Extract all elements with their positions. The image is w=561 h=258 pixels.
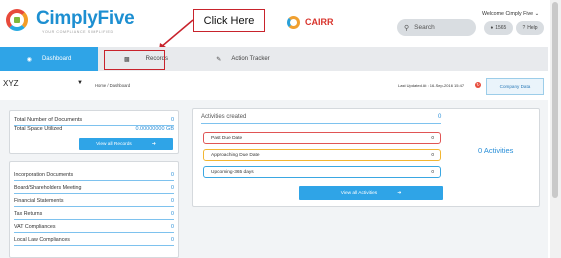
space-label: Total Space Utilized [14,126,63,132]
activity-value: 0 [431,152,434,158]
category-label: Local Law Compliances [14,236,70,243]
brand-name[interactable]: CimplyFive [36,8,135,30]
app-header: CimplyFive YOUR COMPLIANCE SIMPLIFIED Cl… [0,0,561,46]
question-icon: ? [522,25,526,31]
category-value: 0 [171,184,174,191]
search-icon: ⚲ [404,24,410,32]
category-label: Tax Returns [14,210,43,217]
help-label: Help [527,25,538,31]
notifications-button[interactable]: ♦ 1565 [484,21,513,35]
chevron-down-icon[interactable]: ▼ [77,80,83,86]
cairr-brand[interactable]: CAIRR [305,17,334,27]
notification-count: 1565 [495,25,507,31]
category-value: 0 [171,171,174,178]
category-label: Incorporation Documents [14,171,74,178]
arrow-right-icon: ➜ [397,190,402,196]
search-box[interactable]: ⚲ Search [397,19,476,36]
user-menu[interactable]: Welcome Cimply Five ⌄ [482,11,539,17]
search-placeholder: Search [414,24,435,31]
records-highlight-box [104,50,165,70]
main-tabbar: ◉ Dashboard ▩ Records ✎ Action Tracker [0,47,548,71]
category-value: 0 [171,197,174,204]
activities-panel: Activities created 0 Past Due Date 0 App… [192,108,540,207]
list-item[interactable]: Financial Statements 0 [14,195,174,207]
documents-label: Total Number of Documents [14,117,83,123]
view-activities-label: View all Activities [340,190,378,196]
category-label: VAT Compliances [14,223,56,230]
cairr-logo-icon [287,16,300,29]
totals-panel: Total Number of Documents 0 Total Space … [9,110,179,154]
activity-value: 0 [431,169,434,175]
space-value: 0.00000000 GB [135,126,174,132]
view-all-records-button[interactable]: View all Records ➜ [79,138,173,150]
divider [201,123,441,124]
tab-dashboard-label: Dashboard [41,56,72,62]
click-here-callout: Click Here [193,9,265,32]
documents-value: 0 [170,117,174,123]
arrow-right-icon: ➜ [151,141,156,147]
space-row: Total Space Utilized 0.00000000 GB [14,126,174,132]
list-item[interactable]: VAT Compliances 0 [14,221,174,233]
past-due-row[interactable]: Past Due Date 0 [203,132,441,144]
chevron-down-icon: ⌄ [534,11,540,17]
tab-dashboard[interactable]: ◉ Dashboard [0,47,98,71]
category-value: 0 [171,210,174,217]
activity-label: Upcoming-365 days [211,169,254,175]
list-item[interactable]: Tax Returns 0 [14,208,174,220]
activity-label: Approaching Due Date [211,152,260,158]
list-item[interactable]: Local Law Compliances 0 [14,234,174,246]
category-label: Board/Shareholders Meeting [14,184,82,191]
checklist-icon: ✎ [216,56,222,63]
activities-title: Activities created [201,114,247,120]
view-all-activities-button[interactable]: View all Activities ➜ [299,186,443,200]
documents-row: Total Number of Documents 0 [14,117,174,123]
logo-mark [14,17,20,23]
view-records-label: View all Records [96,141,132,147]
company-selector[interactable]: XYZ [3,79,19,88]
dashboard-icon: ◉ [26,56,32,63]
activity-label: Past Due Date [211,135,243,141]
tab-tracker-label: Action Tracker [231,56,270,62]
category-value: 0 [171,236,174,243]
refresh-icon[interactable]: ↻ [475,82,481,88]
list-item[interactable]: Incorporation Documents 0 [14,169,174,181]
bell-icon: ♦ [490,25,494,31]
activities-summary: 0 Activities [478,146,514,155]
welcome-text: Welcome Cimply Five [482,11,534,17]
category-label: Financial Statements [14,197,64,204]
scrollbar-thumb[interactable] [552,2,558,198]
list-item[interactable]: Board/Shareholders Meeting 0 [14,182,174,194]
approaching-due-row[interactable]: Approaching Due Date 0 [203,149,441,161]
tab-action-tracker[interactable]: ✎ Action Tracker [194,47,292,71]
activities-count: 0 [438,114,442,120]
brand-tagline: YOUR COMPLIANCE SIMPLIFIED [42,30,114,34]
activity-value: 0 [431,135,434,141]
breadcrumb: Home / Dashboard [95,83,131,88]
company-data-button[interactable]: Company Data [486,78,544,95]
last-updated: Last Updated At : 16-Sep-2016 15:47 [398,83,465,88]
sub-bar: XYZ ▼ Home / Dashboard Last Updated At :… [0,75,548,97]
upcoming-row[interactable]: Upcoming-365 days 0 [203,166,441,178]
help-button[interactable]: ? Help [516,21,544,35]
category-value: 0 [171,223,174,230]
categories-panel: Incorporation Documents 0 Board/Sharehol… [9,161,179,258]
